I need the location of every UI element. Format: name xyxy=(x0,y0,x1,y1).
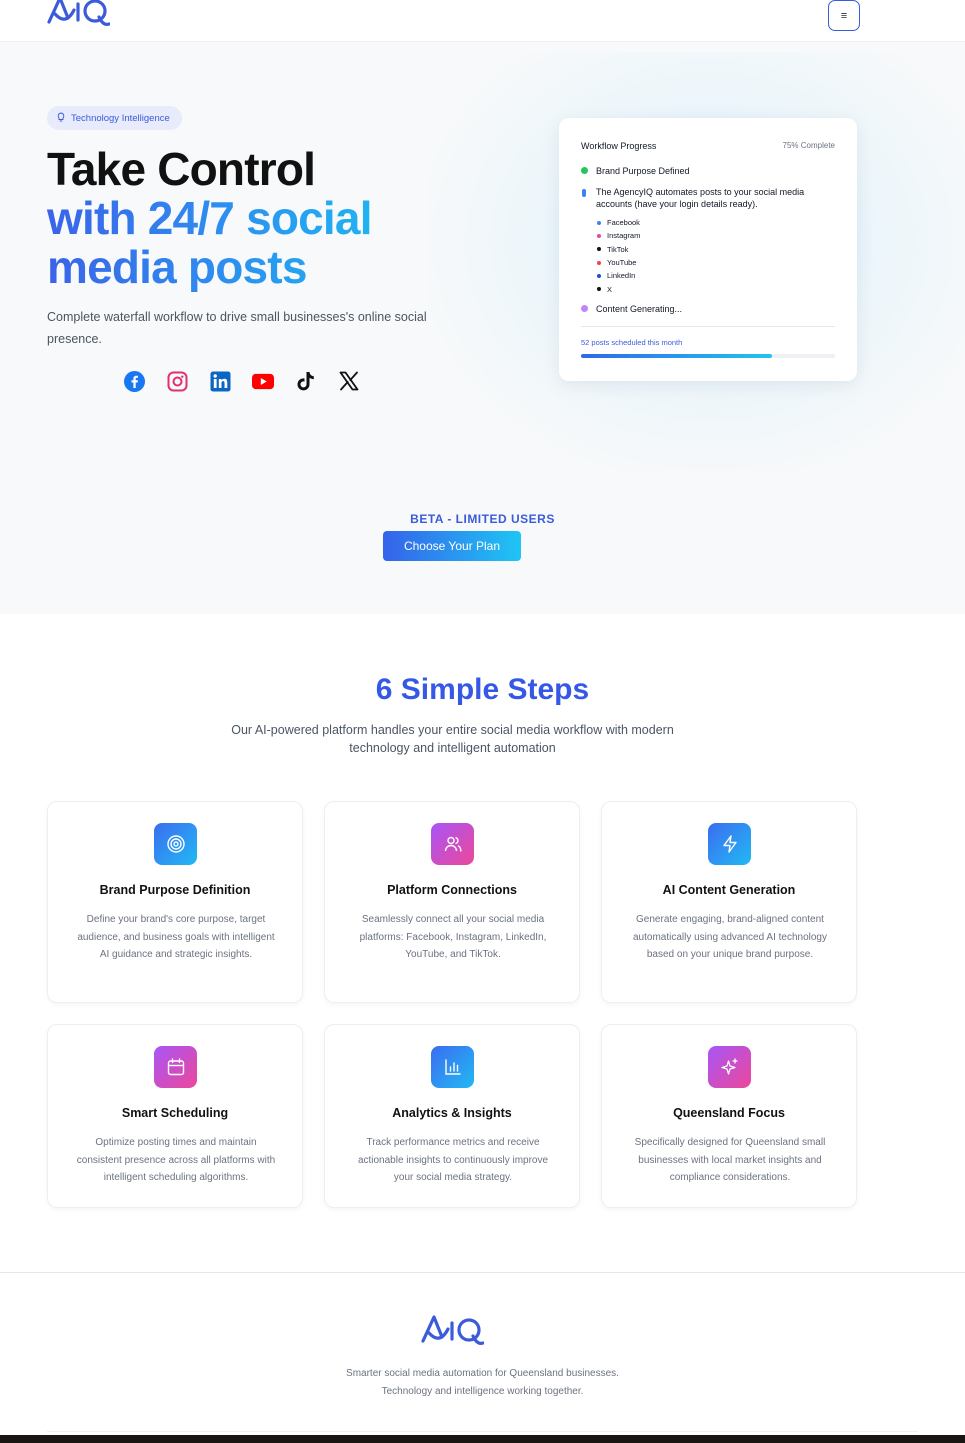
step-card-analytics: Analytics & Insights Track performance m… xyxy=(324,1024,580,1208)
hero-section: Technology Intelligence Take Control wit… xyxy=(0,42,965,614)
youtube-icon[interactable] xyxy=(252,370,274,392)
facebook-icon[interactable] xyxy=(123,370,145,392)
bottom-bar xyxy=(0,1435,965,1443)
technology-tag: Technology Intelligence xyxy=(47,106,182,130)
status-bar-active xyxy=(582,189,586,197)
workflow-progress-card: Workflow Progress 75% Complete Brand Pur… xyxy=(559,118,857,381)
step-card-queensland: Queensland Focus Specifically designed f… xyxy=(601,1024,857,1208)
sparkles-icon xyxy=(708,1046,751,1088)
tiktok-icon[interactable] xyxy=(295,370,317,392)
workflow-title: Workflow Progress xyxy=(581,141,657,151)
aiq-logo[interactable] xyxy=(46,0,111,37)
step-card-title: Analytics & Insights xyxy=(392,1106,512,1120)
step-card-smart-scheduling: Smart Scheduling Optimize posting times … xyxy=(47,1024,303,1208)
platform-item-facebook: Facebook xyxy=(597,216,640,229)
users-icon xyxy=(431,823,474,865)
step-card-title: Brand Purpose Definition xyxy=(99,883,251,897)
platform-dot xyxy=(597,233,601,238)
workflow-step-2: The AgencyIQ automates posts to your soc… xyxy=(581,186,831,210)
step-card-desc: Specifically designed for Queensland sma… xyxy=(634,1137,826,1183)
step-card-title: Platform Connections xyxy=(387,883,517,897)
aiq-logo-icon xyxy=(421,1315,485,1345)
social-icons-row xyxy=(123,370,360,392)
tag-label: Technology Intelligence xyxy=(71,112,170,124)
platform-dot xyxy=(597,273,601,278)
platform-item-instagram: Instagram xyxy=(597,229,640,242)
step-card-platform-connections: Platform Connections Seamlessly connect … xyxy=(324,801,580,1003)
lightbulb-icon xyxy=(57,112,65,124)
hero-title-line1: Take Control xyxy=(47,143,316,195)
platform-name: Facebook xyxy=(607,218,640,228)
hero-title-line2: with 24/7 social xyxy=(47,192,372,244)
hero-title-line3: media posts xyxy=(47,243,372,292)
platform-dot xyxy=(597,220,601,225)
menu-icon: ≡ xyxy=(840,9,848,22)
platform-name: LinkedIn xyxy=(607,271,636,281)
beta-label: BETA - LIMITED USERS xyxy=(410,512,555,526)
footer-logo[interactable] xyxy=(420,1311,485,1356)
platform-item-youtube: YouTube xyxy=(597,256,640,269)
step-card-desc: Track performance metrics and receive ac… xyxy=(357,1137,549,1183)
platform-dot xyxy=(597,287,601,292)
status-dot-generating xyxy=(581,305,588,312)
progress-bar xyxy=(581,354,835,358)
status-dot-complete xyxy=(581,167,588,174)
steps-title: 6 Simple Steps xyxy=(375,673,590,706)
posts-scheduled-label: 52 posts scheduled this month xyxy=(581,338,683,347)
footer-text: Smarter social media automation for Quee… xyxy=(0,1365,965,1400)
steps-subtitle: Our AI-powered platform handles your ent… xyxy=(231,723,674,755)
step-card-ai-content: AI Content Generation Generate engaging,… xyxy=(601,801,857,1003)
step-card-title: AI Content Generation xyxy=(662,883,796,897)
workflow-step-3-label: Content Generating... xyxy=(596,304,683,314)
workflow-step-3: Content Generating... xyxy=(581,303,682,315)
workflow-step-1-label: Brand Purpose Defined xyxy=(596,166,690,176)
platform-name: Instagram xyxy=(607,231,641,241)
step-card-brand-purpose: Brand Purpose Definition Define your bra… xyxy=(47,801,303,1003)
hero-subtitle: Complete waterfall workflow to drive sma… xyxy=(47,310,427,346)
platform-name: TikTok xyxy=(607,244,629,254)
card-divider xyxy=(581,326,835,327)
footer-divider xyxy=(47,1431,918,1432)
site-footer: Smarter social media automation for Quee… xyxy=(0,1272,965,1443)
linkedin-icon[interactable] xyxy=(209,370,231,392)
step-card-desc: Seamlessly connect all your social media… xyxy=(359,914,547,960)
platform-list: Facebook Instagram TikTok YouTube Linked… xyxy=(597,216,640,296)
menu-button[interactable]: ≡ xyxy=(828,0,860,31)
progress-bar-fill xyxy=(581,354,772,358)
step-card-desc: Optimize posting times and maintain cons… xyxy=(76,1137,276,1183)
x-icon[interactable] xyxy=(338,370,360,392)
choose-plan-button[interactable]: Choose Your Plan xyxy=(383,531,521,561)
workflow-step-2-label: The AgencyIQ automates posts to your soc… xyxy=(596,187,805,209)
lightning-icon xyxy=(708,823,751,865)
workflow-percent: 75% Complete xyxy=(782,141,835,150)
aiq-logo-icon xyxy=(47,0,111,26)
workflow-step-1: Brand Purpose Defined xyxy=(581,165,690,177)
platform-item-linkedin: LinkedIn xyxy=(597,269,640,282)
hero-title: Take Control with 24/7 social media post… xyxy=(47,145,372,292)
platform-dot xyxy=(597,247,601,252)
platform-item-tiktok: TikTok xyxy=(597,243,640,256)
bar-chart-icon xyxy=(431,1046,474,1088)
platform-item-x: X xyxy=(597,282,640,295)
step-card-title: Queensland Focus xyxy=(673,1106,785,1120)
step-card-desc: Define your brand's core purpose, target… xyxy=(77,914,275,960)
footer-line-1: Smarter social media automation for Quee… xyxy=(346,1368,619,1379)
calendar-icon xyxy=(154,1046,197,1088)
site-header: ≡ xyxy=(0,0,965,42)
platform-dot xyxy=(597,260,601,265)
instagram-icon[interactable] xyxy=(166,370,188,392)
footer-line-2: Technology and intelligence working toge… xyxy=(381,1385,584,1397)
step-card-title: Smart Scheduling xyxy=(121,1106,229,1120)
platform-name: X xyxy=(607,284,613,294)
target-icon xyxy=(154,823,197,865)
step-card-desc: Generate engaging, brand-aligned content… xyxy=(632,914,827,960)
platform-name: YouTube xyxy=(607,258,637,268)
